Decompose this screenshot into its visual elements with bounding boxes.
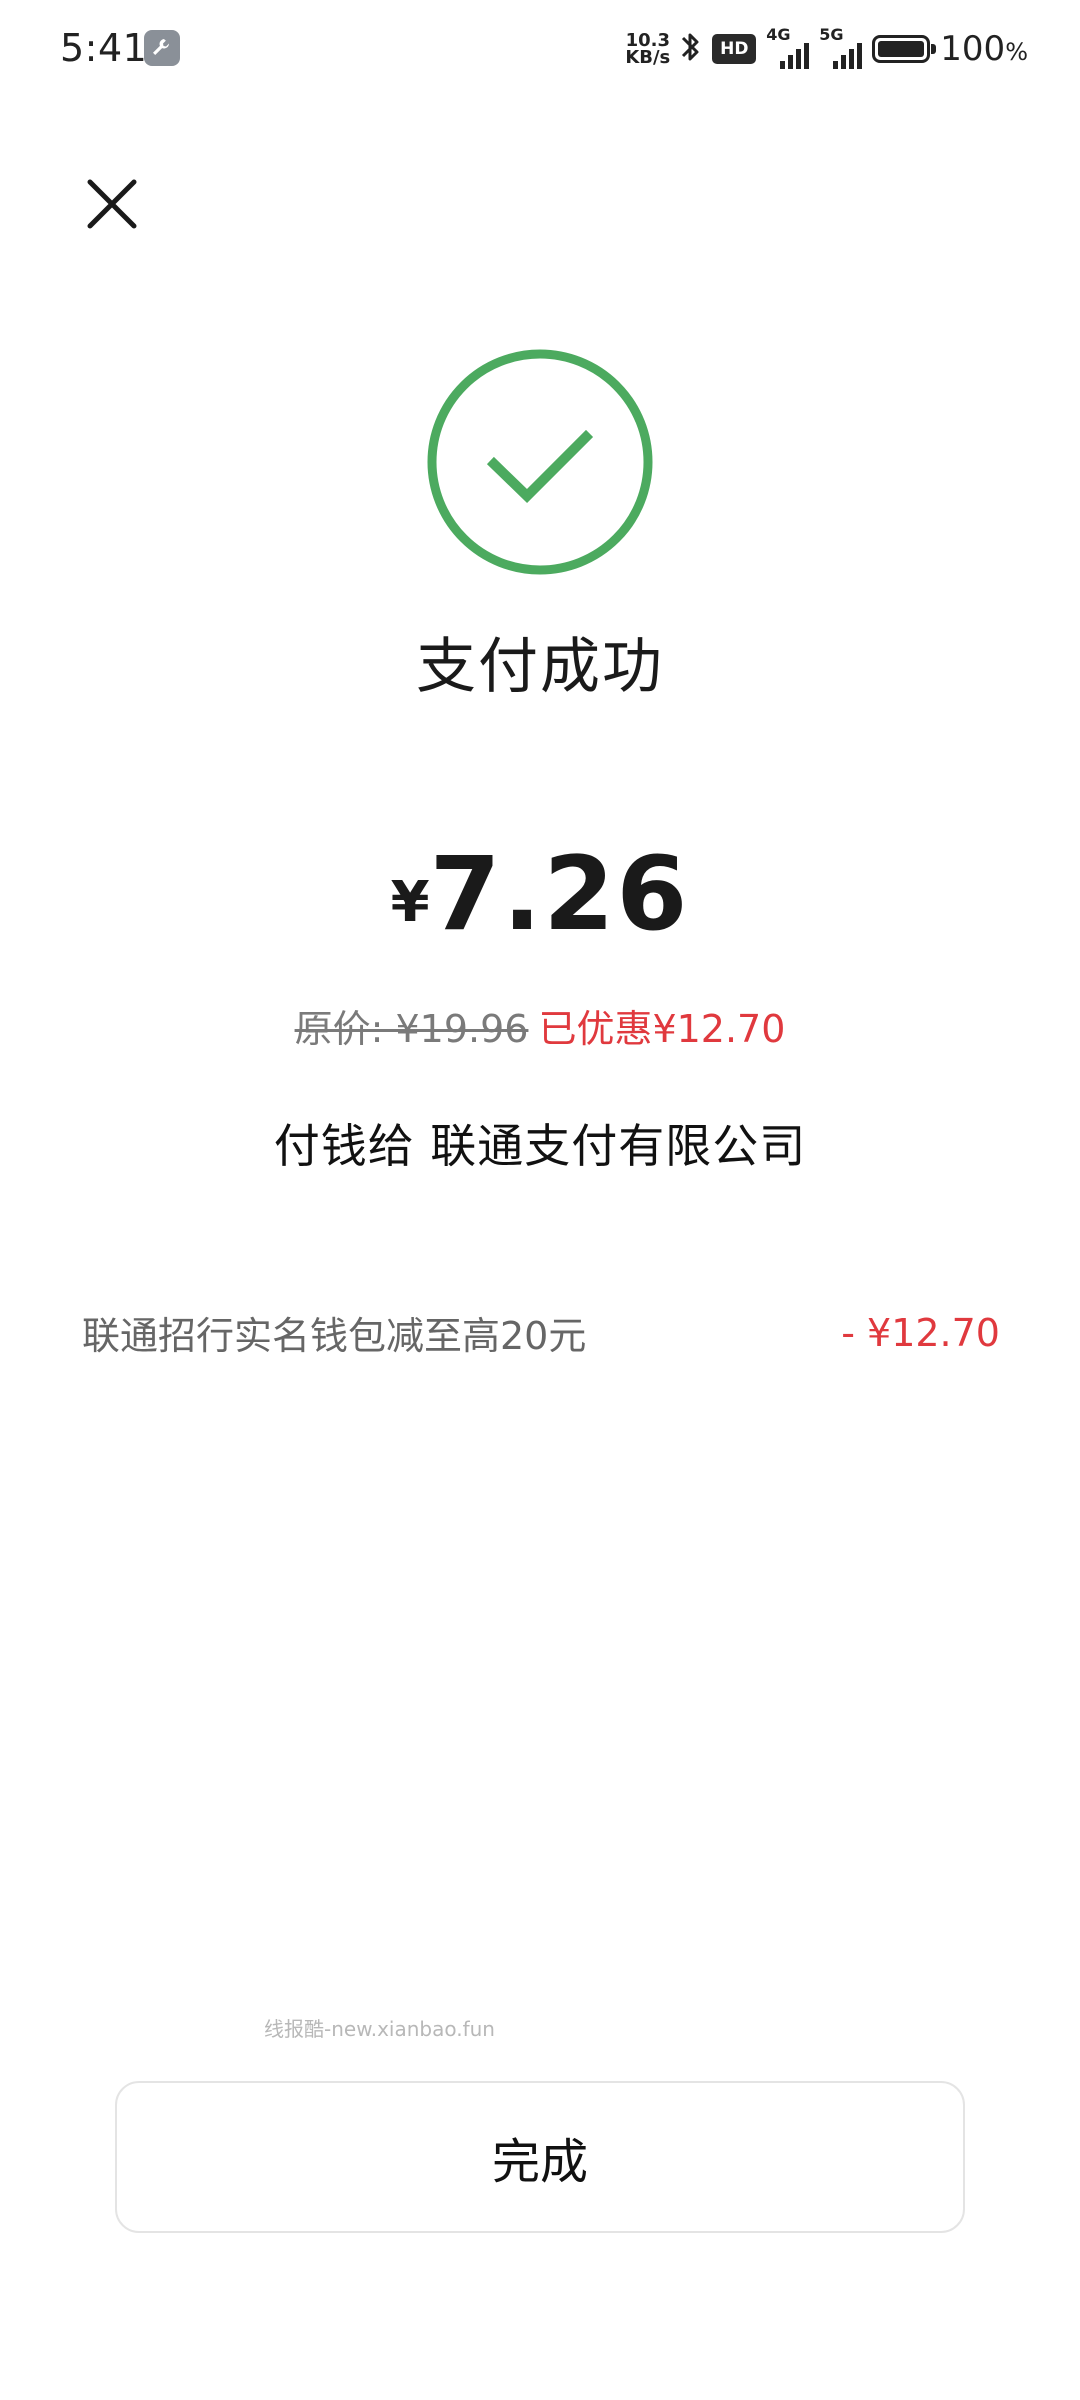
checkmark-circle-icon [426,348,654,576]
original-price: 原价: ¥19.96 [294,1007,529,1051]
tool-icon [144,30,180,66]
discount-amount: 已优惠¥12.70 [538,1007,786,1051]
close-button[interactable] [80,172,144,236]
promotion-label: 联通招行实名钱包减至高20元 [82,1314,587,1358]
payee-info: 付钱给 联通支付有限公司 [273,1119,807,1173]
signal-icon-sim1: 4G [766,25,810,69]
bluetooth-icon [680,29,702,69]
payment-success-title: 支付成功 [416,632,664,702]
status-time: 5:41 [60,26,148,70]
close-icon [87,179,137,229]
sim2-network-label: 5G [819,25,844,44]
signal-icon-sim2: 5G [819,25,863,69]
promotion-row: 联通招行实名钱包减至高20元 - ¥12.70 [82,1305,1000,1360]
watermark-text: 线报酷-new.xianbao.fun [264,2017,495,2041]
status-icons: 10.3 KB/s HD 4G 5G 100% [625,24,1028,74]
battery-fill [878,41,925,57]
promotion-amount: - ¥12.70 [841,1310,1000,1355]
amount-value: 7.26 [429,835,690,954]
price-breakdown: 原价: ¥19.96 已优惠¥12.70 [0,998,1080,1053]
status-bar: 5:41 10.3 KB/s HD 4G 5G 100% [0,0,1080,100]
sim1-network-label: 4G [766,25,791,44]
battery-percentage: 100% [940,29,1028,69]
done-button[interactable]: 完成 [115,2081,965,2233]
hd-icon: HD [712,34,757,64]
paid-amount: ¥7.26 [0,835,1080,954]
battery-icon [872,35,937,63]
network-speed: 10.3 KB/s [625,32,671,68]
currency-symbol: ¥ [390,870,430,935]
network-speed-unit: KB/s [625,47,671,68]
